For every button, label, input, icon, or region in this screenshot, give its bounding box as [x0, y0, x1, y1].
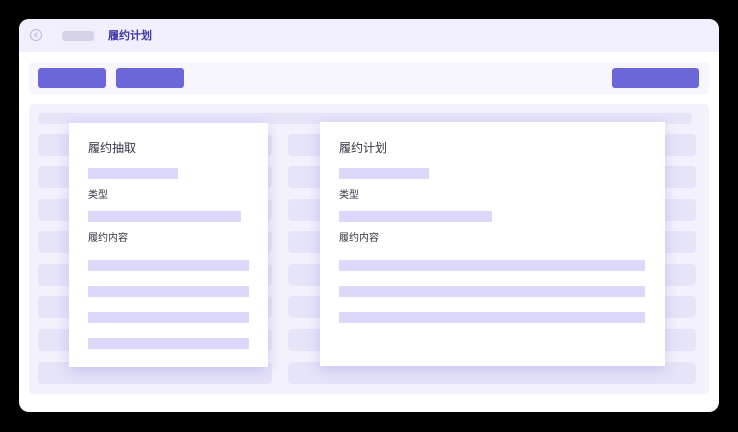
toolbar-button-2[interactable]: [116, 68, 184, 88]
page-title: 履约计划: [108, 29, 152, 42]
extract-card: 履约抽取 类型 履约内容: [69, 123, 268, 367]
plan-value-placeholder: [339, 168, 429, 179]
extract-type-placeholder: [88, 211, 241, 222]
extract-type-label: 类型: [88, 190, 108, 201]
title-bar: 履约计划: [19, 19, 719, 52]
extract-card-title: 履约抽取: [88, 141, 137, 155]
extract-content-line: [88, 338, 249, 349]
extract-value-placeholder: [88, 168, 178, 179]
toolbar-button-primary[interactable]: [612, 68, 699, 88]
plan-content-line: [339, 260, 645, 271]
plan-card: 履约计划 类型 履约内容: [320, 122, 665, 366]
back-icon[interactable]: [30, 29, 42, 41]
toolbar: [29, 62, 709, 94]
plan-card-title: 履约计划: [339, 141, 388, 155]
extract-content-line: [88, 312, 249, 323]
plan-type-label: 类型: [339, 190, 359, 201]
toolbar-button-1[interactable]: [38, 68, 106, 88]
extract-content-line: [88, 286, 249, 297]
plan-content-label: 履约内容: [339, 233, 379, 244]
plan-content-line: [339, 286, 645, 297]
app-window: 履约计划 履约抽取 类型 履约内容 履约计划 类型 履约内容: [19, 19, 719, 412]
extract-content-line: [88, 260, 249, 271]
extract-content-label: 履约内容: [88, 233, 128, 244]
breadcrumb-placeholder: [62, 31, 94, 41]
plan-type-placeholder: [339, 211, 492, 222]
plan-content-line: [339, 312, 645, 323]
